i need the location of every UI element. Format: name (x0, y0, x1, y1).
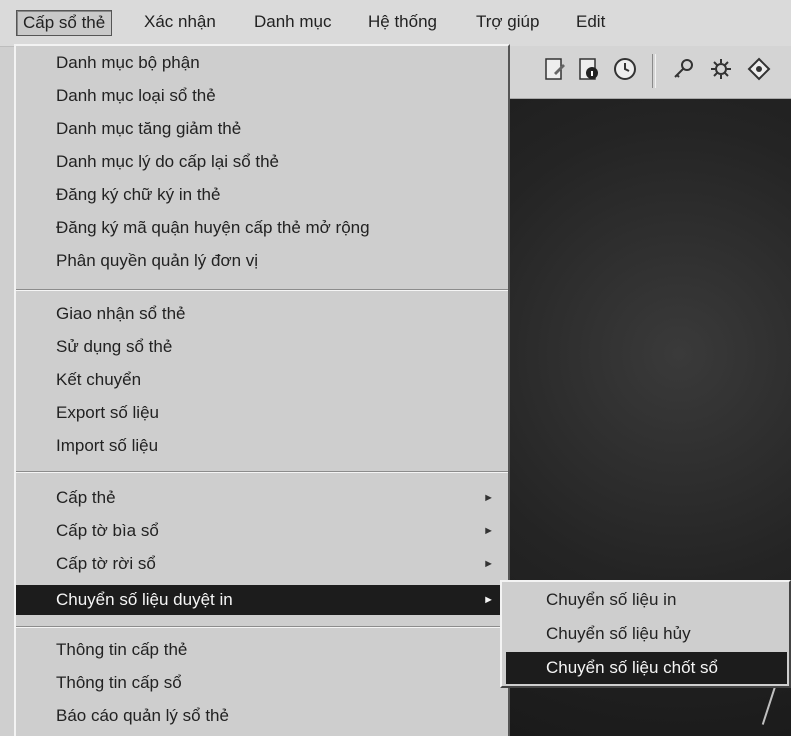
menu-item-label: Báo cáo quản lý sổ thẻ (56, 706, 229, 725)
menu-item-label: Phân quyền quản lý đơn vị (56, 251, 259, 270)
key-icon[interactable] (668, 56, 698, 86)
menu-item-label: Cấp tờ bìa sổ (56, 521, 159, 540)
menu-item-label: Thông tin cấp thẻ (56, 640, 188, 659)
menu-cap-so-the[interactable]: Cấp sổ thẻ (16, 10, 113, 36)
menu-item-thong-tin-cap-the[interactable]: Thông tin cấp thẻ (16, 635, 508, 665)
menu-separator (16, 289, 508, 291)
menu-item-dang-ky-chu-ky[interactable]: Đăng ký chữ ký in thẻ (16, 180, 508, 210)
menu-item-label: Cấp thẻ (56, 488, 116, 507)
toolbar (510, 46, 791, 99)
menu-item-cap-the[interactable]: Cấp thẻ ► (16, 483, 508, 513)
clock-icon[interactable] (610, 56, 640, 86)
menu-item-thong-tin-cap-so[interactable]: Thông tin cấp sổ (16, 668, 508, 698)
navigation-icon[interactable] (744, 56, 774, 86)
submenu-arrow-icon: ► (483, 594, 494, 606)
menu-item-label: Sử dụng sổ thẻ (56, 337, 173, 356)
menu-item-label: Kết chuyển (56, 370, 142, 389)
menu-item-dang-ky-ma-quan-huyen[interactable]: Đăng ký mã quận huyện cấp thẻ mở rộng (16, 213, 508, 243)
menu-separator (16, 471, 508, 473)
menu-item-phan-quyen[interactable]: Phân quyền quản lý đơn vị (16, 246, 508, 276)
menu-item-bao-cao-quan-ly[interactable]: Báo cáo quản lý sổ thẻ (16, 701, 508, 731)
submenu-item-label: Chuyển số liệu in (546, 590, 677, 609)
submenu-item-chuyen-so-lieu-in[interactable]: Chuyển số liệu in (506, 584, 787, 616)
menu-item-label: Chuyển số liệu duyệt in (56, 590, 233, 609)
cap-so-the-dropdown: Danh mục bộ phận Danh mục loại sổ thẻ Da… (14, 44, 510, 736)
menu-item-giao-nhan-so-the[interactable]: Giao nhận sổ thẻ (16, 299, 508, 329)
menu-item-danh-muc-loai-so-the[interactable]: Danh mục loại sổ thẻ (16, 81, 508, 111)
submenu-arrow-icon: ► (483, 558, 494, 570)
menu-item-label: Thông tin cấp sổ (56, 673, 182, 692)
settings-gear-icon[interactable] (706, 56, 736, 86)
menu-xac-nhan[interactable]: Xác nhận (138, 10, 222, 34)
menu-item-danh-muc-bo-phan[interactable]: Danh mục bộ phận (16, 48, 508, 78)
menu-bar: Cấp sổ thẻ Xác nhận Danh mục Hệ thống Tr… (0, 0, 791, 47)
menu-item-label: Danh mục lý do cấp lại sổ thẻ (56, 152, 280, 171)
menu-item-label: Import số liệu (56, 436, 159, 455)
submenu-arrow-icon: ► (483, 492, 494, 504)
menu-item-label: Danh mục loại sổ thẻ (56, 86, 216, 105)
menu-item-export-so-lieu[interactable]: Export số liệu (16, 398, 508, 428)
menu-item-chuyen-so-lieu-duyet-in[interactable]: Chuyển số liệu duyệt in ► (16, 585, 508, 615)
menu-item-su-dung-so-the[interactable]: Sử dụng sổ thẻ (16, 332, 508, 362)
document-edit-icon[interactable] (540, 56, 570, 86)
document-info-icon[interactable] (574, 56, 604, 86)
menu-item-label: Danh mục bộ phận (56, 53, 200, 72)
menu-edit[interactable]: Edit (570, 10, 611, 34)
menu-he-thong[interactable]: Hệ thống (362, 10, 443, 34)
chuyen-so-lieu-submenu: Chuyển số liệu in Chuyển số liệu hủy Chu… (500, 580, 791, 688)
menu-item-label: Giao nhận sổ thẻ (56, 304, 186, 323)
menu-item-import-so-lieu[interactable]: Import số liệu (16, 431, 508, 461)
menu-item-danh-muc-tang-giam-the[interactable]: Danh mục tăng giảm thẻ (16, 114, 508, 144)
menu-item-danh-muc-ly-do-cap-lai[interactable]: Danh mục lý do cấp lại sổ thẻ (16, 147, 508, 177)
menu-item-label: Đăng ký mã quận huyện cấp thẻ mở rộng (56, 218, 370, 237)
submenu-item-label: Chuyển số liệu hủy (546, 624, 691, 643)
menu-item-label: Cấp tờ rời sổ (56, 554, 156, 573)
menu-item-label: Đăng ký chữ ký in thẻ (56, 185, 221, 204)
menu-separator (16, 626, 508, 628)
menu-item-label: Export số liệu (56, 403, 159, 422)
menu-item-label: Danh mục tăng giảm thẻ (56, 119, 242, 138)
menu-item-cap-to-roi-so[interactable]: Cấp tờ rời sổ ► (16, 549, 508, 579)
submenu-item-label: Chuyển số liệu chốt sổ (546, 658, 718, 677)
menu-item-cap-to-bia-so[interactable]: Cấp tờ bìa sổ ► (16, 516, 508, 546)
menu-item-ket-chuyen[interactable]: Kết chuyển (16, 365, 508, 395)
submenu-item-chuyen-so-lieu-chot-so[interactable]: Chuyển số liệu chốt sổ (506, 652, 787, 684)
menu-danh-muc[interactable]: Danh mục (248, 10, 337, 34)
menu-tro-giup[interactable]: Trợ giúp (470, 10, 545, 34)
submenu-arrow-icon: ► (483, 525, 494, 537)
toolbar-separator (652, 54, 656, 88)
submenu-item-chuyen-so-lieu-huy[interactable]: Chuyển số liệu hủy (506, 618, 787, 650)
